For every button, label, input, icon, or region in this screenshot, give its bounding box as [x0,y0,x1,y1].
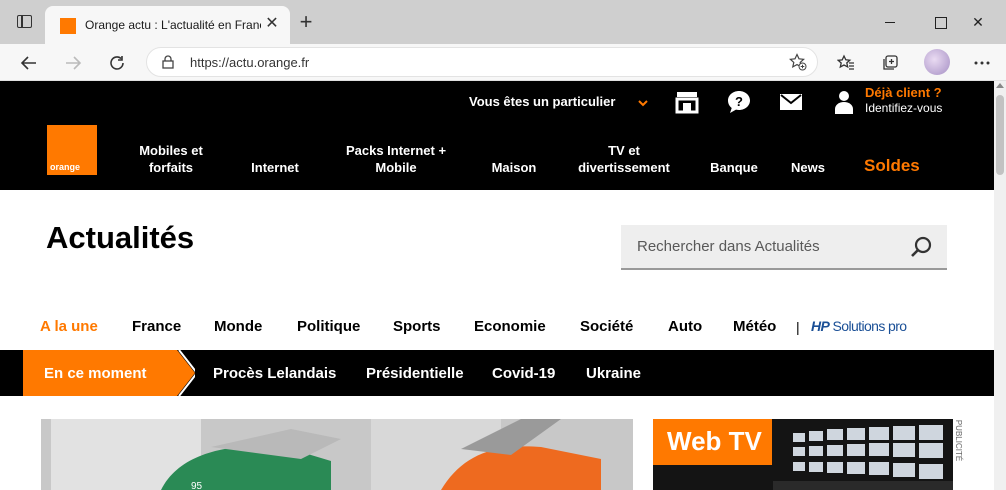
category-a-la-une[interactable]: A la une [40,318,98,335]
topic-presidentielle[interactable]: Présidentielle [366,365,464,382]
hp-solutions-pro-link[interactable]: HP Solutions pro [811,318,908,334]
nav-maison[interactable]: Maison [484,159,544,176]
category-societe[interactable]: Société [580,318,633,335]
maximize-button[interactable] [926,10,954,34]
page-title: Actualités [46,220,195,255]
category-separator: | [796,319,800,335]
category-politique[interactable]: Politique [297,318,360,335]
particulier-selector[interactable]: Vous êtes un particulier [469,94,615,109]
topic-proces-lelandais[interactable]: Procès Lelandais [213,365,336,382]
refresh-icon[interactable] [103,49,131,77]
new-tab-icon[interactable]: + [296,11,316,33]
orange-favicon-icon [60,18,76,34]
web-tv-banner[interactable]: Web TV [653,419,953,490]
help-icon[interactable]: ? [726,89,752,115]
search-input[interactable]: Rechercher dans Actualités [621,225,947,270]
category-france[interactable]: France [132,318,181,335]
page-scrollbar[interactable] [994,81,1006,490]
trending-bar: En ce moment Procès Lelandais Présidenti… [0,350,994,396]
close-window-button[interactable]: ✕ [964,10,992,34]
orange-logo[interactable]: orange [47,125,97,175]
topic-ukraine[interactable]: Ukraine [586,365,641,382]
scroll-thumb[interactable] [996,95,1004,175]
nav-banque[interactable]: Banque [704,159,764,176]
category-auto[interactable]: Auto [668,318,702,335]
fuel-pump-nozzles-image: 95 [41,419,633,490]
category-economie[interactable]: Economie [474,318,546,335]
ad-label-text: PUBLICITÉ [954,419,964,462]
add-favorite-icon[interactable] [789,53,807,71]
close-tab-icon[interactable]: ✕ [263,15,281,33]
lock-icon[interactable] [161,55,175,69]
web-tv-label-box: Web TV [653,419,772,465]
browser-titlebar: Orange actu : L'actualité en France ✕ + … [0,0,1006,44]
minimize-button[interactable] [876,10,904,34]
browser-toolbar: https://actu.orange.fr [0,44,1006,81]
more-icon[interactable] [968,49,996,77]
scroll-up-arrow-icon[interactable] [996,83,1004,88]
category-meteo[interactable]: Météo [733,318,776,335]
hp-logo-text: Solutions pro [832,318,908,334]
topic-covid-19[interactable]: Covid-19 [492,365,555,382]
nav-news[interactable]: News [784,159,832,176]
collections-icon[interactable] [876,49,904,77]
profile-icon[interactable] [924,49,950,75]
browser-tab[interactable]: Orange actu : L'actualité en France ✕ [45,6,290,44]
tab-title: Orange actu : L'actualité en France [85,18,261,32]
category-monde[interactable]: Monde [214,318,262,335]
store-icon[interactable] [674,89,700,115]
site-header: orange Vous êtes un particulier ? Déjà c… [0,81,994,190]
window-menu-icon[interactable] [17,15,32,28]
search-icon[interactable] [909,235,933,259]
svg-text:95: 95 [191,481,203,490]
ad-label: PUBLICITÉ [954,418,970,468]
chevron-down-icon[interactable] [637,97,649,109]
mail-icon[interactable] [778,89,804,115]
hero-article-image[interactable]: 95 [41,419,633,490]
moment-label: En ce moment [44,365,147,382]
nav-internet[interactable]: Internet [244,159,306,176]
nav-packs-internet-mobile[interactable]: Packs Internet + Mobile [336,142,456,176]
client-login-title[interactable]: Déjà client ? [865,85,942,100]
nav-mobiles-forfaits[interactable]: Mobiles et forfaits [131,142,211,176]
back-icon[interactable] [15,49,43,77]
web-tv-label: Web TV [667,426,762,456]
search-placeholder[interactable]: Rechercher dans Actualités [637,238,820,255]
client-login-subtitle[interactable]: Identifiez-vous [865,101,942,115]
favorites-icon[interactable] [832,49,860,77]
svg-text:?: ? [735,94,743,109]
forward-icon[interactable] [59,49,87,77]
nav-soldes[interactable]: Soldes [864,156,920,176]
logo-text: orange [50,162,81,172]
category-sports[interactable]: Sports [393,318,441,335]
address-bar[interactable]: https://actu.orange.fr [146,47,818,77]
nav-tv-divertissement[interactable]: TV et divertissement [566,142,682,176]
hp-logo-prefix: HP [811,318,830,334]
url-text[interactable]: https://actu.orange.fr [190,55,309,70]
user-icon[interactable] [831,89,857,115]
